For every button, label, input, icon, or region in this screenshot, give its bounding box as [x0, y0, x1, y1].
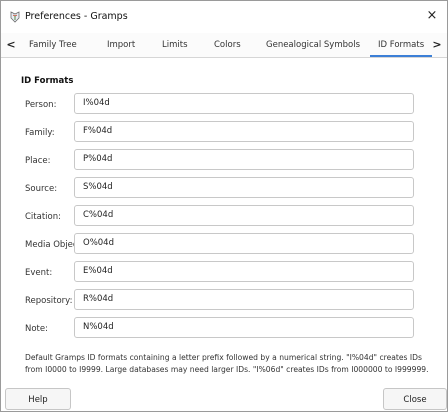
id-formats-description: Default Gramps ID formats containing a l…: [25, 353, 429, 374]
chevron-right-icon[interactable]: >: [429, 33, 445, 57]
family-label: Family:: [25, 128, 55, 138]
note-label: Note:: [25, 324, 48, 334]
tab-id-formats[interactable]: ID Formats: [369, 33, 433, 57]
place-id-format-input[interactable]: P%04d: [74, 149, 414, 170]
tab-colors[interactable]: Colors: [214, 33, 241, 57]
repository-label: Repository:: [25, 296, 73, 306]
tab-family-tree[interactable]: Family Tree: [29, 33, 77, 57]
tab-limits[interactable]: Limits: [162, 33, 188, 57]
event-id-format-input[interactable]: E%04d: [74, 261, 414, 282]
close-button[interactable]: Close: [383, 388, 447, 410]
tab-genealogical-symbols[interactable]: Genealogical Symbols: [266, 33, 360, 57]
section-title: ID Formats: [21, 76, 74, 86]
repository-id-format-input[interactable]: R%04d: [74, 289, 414, 310]
source-id-format-input[interactable]: S%04d: [74, 177, 414, 198]
help-button[interactable]: Help: [5, 388, 71, 410]
window-title: Preferences - Gramps: [25, 11, 128, 22]
citation-label: Citation:: [25, 212, 61, 222]
media-object-id-format-input[interactable]: O%04d: [74, 233, 414, 254]
person-label: Person:: [25, 100, 57, 110]
title-bar: Preferences - Gramps ×: [1, 1, 447, 33]
person-id-format-input[interactable]: I%04d: [74, 93, 414, 114]
family-id-format-input[interactable]: F%04d: [74, 121, 414, 142]
tab-strip: < Family Tree Import Limits Colors Genea…: [1, 33, 447, 58]
place-label: Place:: [25, 156, 51, 166]
preferences-window: Preferences - Gramps × < Family Tree Imp…: [0, 0, 448, 412]
id-formats-panel: ID Formats Person: I%04d Family: F%04d P…: [1, 58, 447, 378]
event-label: Event:: [25, 268, 53, 278]
source-label: Source:: [25, 184, 58, 194]
citation-id-format-input[interactable]: C%04d: [74, 205, 414, 226]
close-icon[interactable]: ×: [425, 9, 439, 23]
chevron-left-icon[interactable]: <: [3, 33, 19, 57]
note-id-format-input[interactable]: N%04d: [74, 317, 414, 338]
tab-import[interactable]: Import: [107, 33, 135, 57]
gramps-app-icon: [9, 11, 21, 23]
